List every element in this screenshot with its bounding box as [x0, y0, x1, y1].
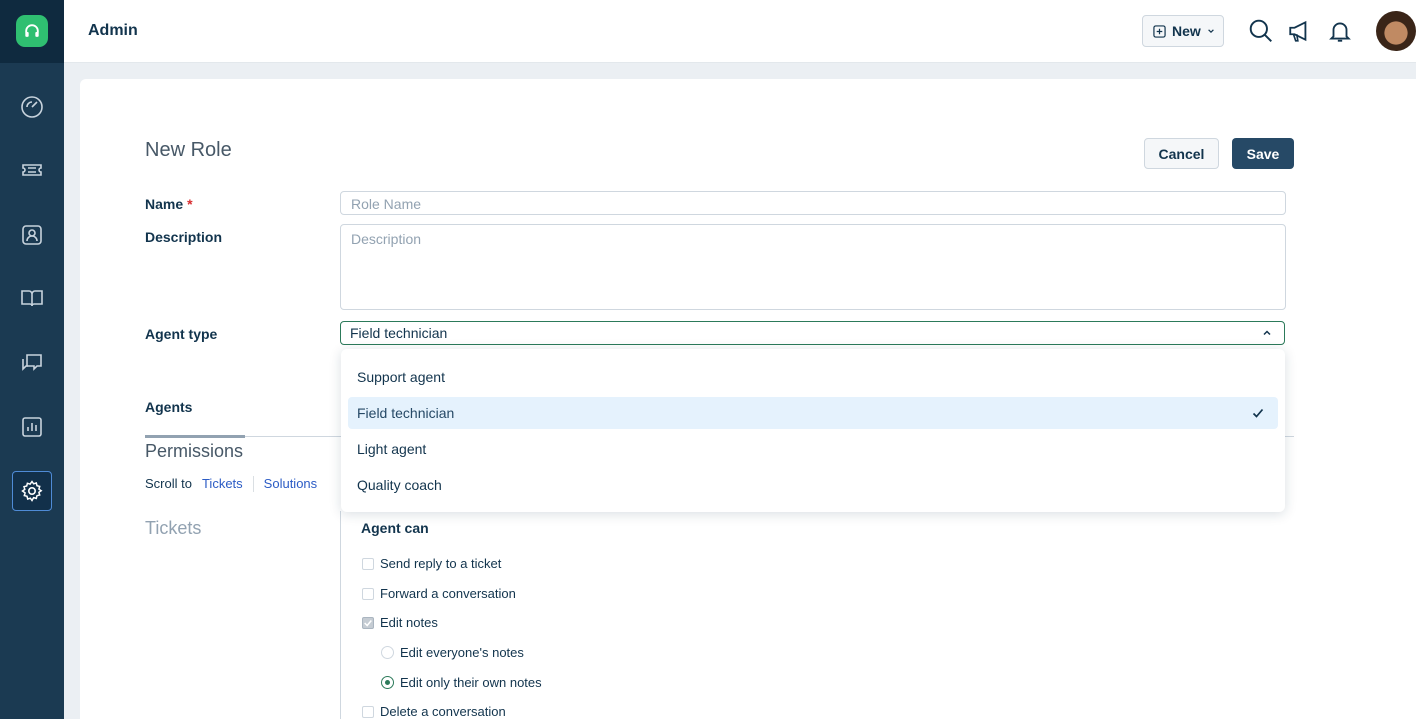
description-textarea[interactable]: Description [340, 224, 1286, 310]
checkbox[interactable] [362, 705, 374, 718]
permission-label: Send reply to a ticket [380, 556, 502, 571]
page-title: New Role [145, 139, 232, 161]
radio-button[interactable] [381, 646, 394, 659]
description-label: Description [145, 229, 223, 245]
permission-label: Forward a conversation [380, 586, 516, 601]
conversations-icon [22, 354, 42, 371]
dropdown-option-support-agent[interactable]: Support agent [348, 361, 1278, 393]
agent-type-select[interactable]: Field technician [340, 321, 1285, 345]
permission-delete-conversation[interactable]: Delete a conversation [362, 704, 506, 719]
app-logo-icon[interactable] [16, 15, 48, 47]
name-label-text: Name [145, 196, 184, 212]
main-content-card: New Role Cancel Save Name * Role Name Des… [80, 79, 1416, 719]
permission-edit-everyones-notes[interactable]: Edit everyone's notes [381, 645, 524, 660]
cancel-button[interactable]: Cancel [1144, 138, 1219, 169]
permission-forward-conversation[interactable]: Forward a conversation [362, 586, 516, 601]
permissions-title: Permissions [145, 441, 244, 461]
section-vertical-divider [340, 511, 341, 719]
sidebar-item-tickets[interactable] [12, 150, 52, 190]
sidebar-item-conversations[interactable] [12, 343, 52, 383]
new-button-label: New [1172, 23, 1201, 39]
permission-send-reply[interactable]: Send reply to a ticket [362, 556, 501, 571]
scroll-link-tickets[interactable]: Tickets [202, 476, 243, 492]
agent-type-label: Agent type [145, 326, 218, 342]
checkbox[interactable] [362, 557, 374, 570]
permission-label: Edit notes [380, 615, 438, 630]
tickets-icon [22, 164, 42, 176]
permission-edit-notes[interactable]: Edit notes [362, 615, 438, 630]
agent-can-label: Agent can [361, 520, 429, 536]
dropdown-option-label: Field technician [357, 405, 455, 421]
agent-type-value: Field technician [350, 325, 448, 341]
dropdown-option-quality-coach[interactable]: Quality coach [348, 469, 1278, 501]
user-avatar[interactable] [1376, 11, 1416, 51]
search-icon[interactable] [1248, 18, 1274, 44]
scroll-link-solutions[interactable]: Solutions [264, 476, 317, 492]
page-header-title: Admin [88, 22, 138, 39]
scroll-to-nav: Scroll to Tickets Solutions [145, 476, 317, 492]
reports-icon [22, 417, 42, 437]
chevron-up-icon [1263, 330, 1271, 336]
checkmark-icon [364, 619, 372, 627]
permission-label: Edit everyone's notes [400, 645, 524, 660]
scroll-to-label: Scroll to [145, 476, 192, 491]
radio-button-selected[interactable] [381, 676, 394, 689]
permission-edit-own-notes[interactable]: Edit only their own notes [381, 675, 542, 690]
announcements-megaphone-icon[interactable] [1287, 18, 1313, 44]
new-button[interactable]: New [1142, 15, 1224, 47]
contacts-icon [22, 225, 42, 245]
chevron-down-icon [1207, 29, 1214, 34]
checkmark-icon [1252, 408, 1264, 418]
required-asterisk: * [187, 196, 193, 212]
top-header: Admin New [64, 0, 1416, 63]
notifications-bell-icon[interactable] [1327, 18, 1353, 44]
checkbox[interactable] [362, 587, 374, 600]
link-separator [252, 476, 254, 492]
sidebar-item-solutions[interactable] [12, 278, 52, 318]
save-button[interactable]: Save [1232, 138, 1294, 169]
sidebar-item-contacts[interactable] [12, 215, 52, 255]
sidebar-item-reports[interactable] [12, 407, 52, 447]
sidebar-item-dashboard[interactable] [12, 87, 52, 127]
sidebar [0, 0, 64, 719]
solutions-book-icon [21, 290, 43, 307]
dropdown-option-light-agent[interactable]: Light agent [348, 433, 1278, 465]
agents-label: Agents [145, 399, 193, 415]
tickets-section-title: Tickets [145, 518, 202, 538]
dropdown-option-field-technician[interactable]: Field technician [348, 397, 1278, 429]
plus-square-icon [1153, 24, 1166, 38]
checkbox-checked[interactable] [362, 616, 374, 629]
permission-label: Delete a conversation [380, 704, 506, 719]
agent-type-dropdown: Support agent Field technician Light age… [341, 349, 1285, 512]
active-tab-indicator [145, 435, 245, 438]
settings-gear-icon [21, 480, 43, 502]
name-label: Name * [145, 196, 193, 212]
dashboard-icon [21, 96, 43, 118]
role-name-input[interactable]: Role Name [340, 191, 1286, 215]
permission-label: Edit only their own notes [400, 675, 542, 690]
sidebar-item-admin-settings[interactable] [12, 471, 52, 511]
